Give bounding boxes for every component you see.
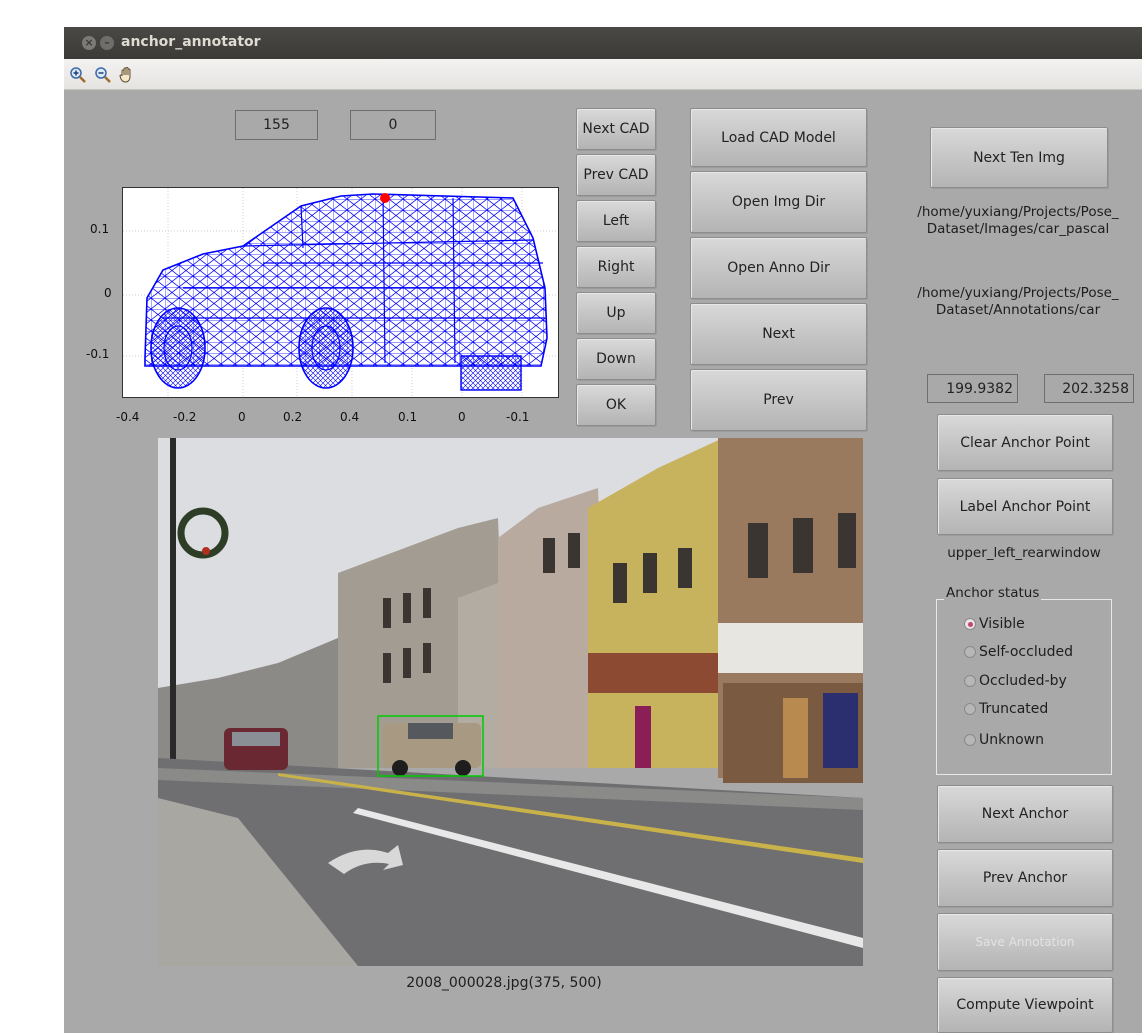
open-img-dir-button[interactable]: Open Img Dir bbox=[690, 171, 867, 233]
radio-occluded-by[interactable]: Occluded-by bbox=[964, 671, 1067, 691]
label-anchor-point-button[interactable]: Label Anchor Point bbox=[937, 478, 1113, 535]
street-scene bbox=[158, 438, 863, 966]
next-ten-img-button[interactable]: Next Ten Img bbox=[930, 127, 1108, 188]
radio-unknown[interactable]: Unknown bbox=[964, 730, 1044, 750]
anchor-marker bbox=[380, 193, 390, 203]
ok-button[interactable]: OK bbox=[576, 384, 656, 426]
y-tick-label: 0 bbox=[104, 286, 112, 300]
radio-icon bbox=[964, 675, 976, 687]
radio-self-occluded[interactable]: Self-occluded bbox=[964, 642, 1073, 662]
prev-cad-button[interactable]: Prev CAD bbox=[576, 154, 656, 196]
y-tick-label: 0.1 bbox=[90, 222, 110, 236]
radio-selected-icon bbox=[964, 618, 976, 630]
next-button[interactable]: Next bbox=[690, 303, 867, 365]
radio-label: Occluded-by bbox=[979, 673, 1067, 689]
x-tick-label: 0.1 bbox=[398, 410, 418, 424]
close-icon[interactable]: × bbox=[82, 36, 96, 50]
coord-x-field[interactable]: 199.9382 bbox=[927, 374, 1018, 403]
x-tick-label: 0.4 bbox=[340, 410, 360, 424]
path-line: /home/yuxiang/Projects/Pose_ bbox=[917, 204, 1119, 220]
radio-icon bbox=[964, 646, 976, 658]
x-tick-label: 0.2 bbox=[283, 410, 303, 424]
radio-label: Visible bbox=[979, 616, 1025, 632]
right-button[interactable]: Right bbox=[576, 246, 656, 288]
x-tick-label: -0.1 bbox=[506, 410, 530, 424]
cad-index-field[interactable]: 155 bbox=[235, 110, 318, 140]
radio-icon bbox=[964, 734, 976, 746]
azimuth-offset-field[interactable]: 0 bbox=[350, 110, 436, 140]
cad-model-plot[interactable] bbox=[122, 187, 559, 398]
zoom-in-icon[interactable] bbox=[69, 66, 87, 84]
pan-hand-icon[interactable] bbox=[118, 66, 136, 84]
path-line: Dataset/Images/car_pascal bbox=[926, 221, 1110, 237]
title-bar: × – anchor_annotator bbox=[64, 27, 1142, 59]
window-title: anchor_annotator bbox=[121, 34, 261, 50]
x-tick-label: -0.2 bbox=[173, 410, 197, 424]
x-tick-label: 0 bbox=[238, 410, 246, 424]
left-button[interactable]: Left bbox=[576, 200, 656, 242]
minimize-icon[interactable]: – bbox=[100, 36, 114, 50]
next-cad-button[interactable]: Next CAD bbox=[576, 108, 656, 150]
radio-label: Self-occluded bbox=[979, 644, 1073, 660]
path-line: Dataset/Annotations/car bbox=[935, 302, 1101, 318]
load-cad-model-button[interactable]: Load CAD Model bbox=[690, 108, 867, 167]
anchor-status-title: Anchor status bbox=[944, 585, 1042, 601]
compute-viewpoint-button[interactable]: Compute Viewpoint bbox=[937, 977, 1113, 1033]
open-anno-dir-button[interactable]: Open Anno Dir bbox=[690, 237, 867, 299]
x-tick-label: -0.4 bbox=[116, 410, 140, 424]
anchor-annotator-window: × – anchor_annotator 155 0 0.1 0 -0.1 -0… bbox=[64, 27, 1142, 1033]
x-tick-label: 0 bbox=[458, 410, 466, 424]
radio-label: Unknown bbox=[979, 732, 1044, 748]
image-caption: 2008_000028.jpg(375, 500) bbox=[406, 975, 602, 991]
prev-anchor-button[interactable]: Prev Anchor bbox=[937, 849, 1113, 907]
anchor-name-label: upper_left_rearwindow bbox=[947, 545, 1101, 561]
path-line: /home/yuxiang/Projects/Pose_ bbox=[917, 285, 1119, 301]
save-annotation-button[interactable]: Save Annotation bbox=[937, 913, 1113, 971]
clear-anchor-point-button[interactable]: Clear Anchor Point bbox=[937, 414, 1113, 471]
coord-y-field[interactable]: 202.3258 bbox=[1044, 374, 1134, 403]
next-anchor-button[interactable]: Next Anchor bbox=[937, 785, 1113, 843]
radio-visible[interactable]: Visible bbox=[964, 614, 1025, 634]
zoom-out-icon[interactable] bbox=[94, 66, 112, 84]
prev-button[interactable]: Prev bbox=[690, 369, 867, 431]
image-dir-path: /home/yuxiang/Projects/Pose_ Dataset/Ima… bbox=[894, 204, 1142, 238]
y-tick-label: -0.1 bbox=[86, 347, 110, 361]
annotation-image[interactable] bbox=[158, 438, 863, 966]
radio-label: Truncated bbox=[979, 701, 1049, 717]
up-button[interactable]: Up bbox=[576, 292, 656, 334]
anno-dir-path: /home/yuxiang/Projects/Pose_ Dataset/Ann… bbox=[894, 285, 1142, 319]
figure-toolbar bbox=[64, 59, 1142, 90]
car-wireframe bbox=[123, 188, 558, 397]
down-button[interactable]: Down bbox=[576, 338, 656, 380]
radio-icon bbox=[964, 703, 976, 715]
radio-truncated[interactable]: Truncated bbox=[964, 699, 1048, 719]
